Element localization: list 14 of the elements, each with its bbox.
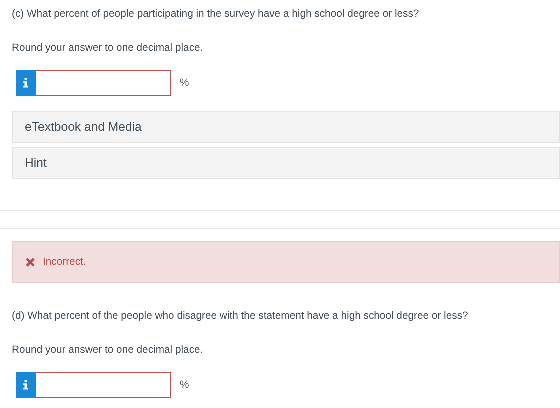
resource-panel[interactable]: Hint: [12, 147, 560, 179]
info-icon[interactable]: [23, 78, 29, 88]
instruction-text: Round your answer to one decimal place.: [12, 344, 204, 357]
unit-label: %: [180, 78, 190, 88]
cross-icon: [26, 258, 35, 266]
instruction-text: Round your answer to one decimal place.: [12, 42, 204, 55]
info-icon[interactable]: [23, 380, 29, 390]
answer-field[interactable]: [16, 70, 171, 96]
feedback-text: Incorrect.: [43, 256, 86, 268]
question-text: (d) What percent of the people who disagree with the statement have a high school degree or less?: [12, 310, 470, 323]
unit-label: %: [180, 380, 190, 390]
resource-panel[interactable]: eTextbook and Media: [12, 111, 560, 143]
question-text: (c) What percent of people participating in the survey have a high school degree or less?: [12, 8, 420, 21]
answer-field[interactable]: [16, 372, 171, 398]
